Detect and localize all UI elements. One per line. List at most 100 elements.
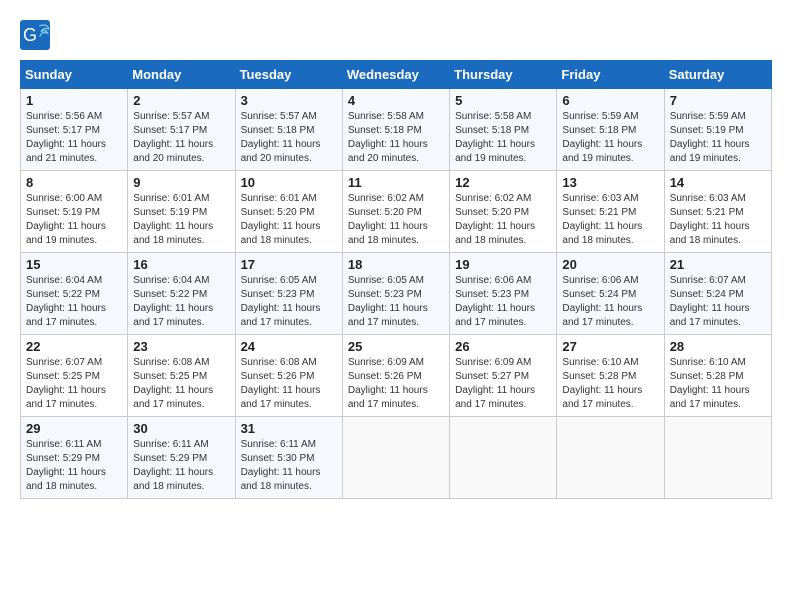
day-info: Sunrise: 6:00 AMSunset: 5:19 PMDaylight:… — [26, 192, 122, 248]
day-number: 25 — [348, 339, 444, 354]
day-of-week-header: Monday — [128, 61, 235, 89]
day-number: 4 — [348, 93, 444, 108]
day-number: 12 — [455, 175, 551, 190]
calendar-cell: 9Sunrise: 6:01 AMSunset: 5:19 PMDaylight… — [128, 171, 235, 253]
day-of-week-header: Wednesday — [342, 61, 449, 89]
calendar-cell: 17 Sunrise: 6:05 AMSunset: 5:23 PMDayligh… — [235, 253, 342, 335]
day-of-week-header: Sunday — [21, 61, 128, 89]
day-info: Sunrise: 6:11 AMSunset: 5:29 PMDaylight:… — [26, 438, 122, 494]
day-number: 1 — [26, 93, 122, 108]
day-number: 26 — [455, 339, 551, 354]
day-number: 14 — [670, 175, 766, 190]
day-number: 22 — [26, 339, 122, 354]
calendar-cell: 23 Sunrise: 6:08 AMSunset: 5:25 PMDayligh… — [128, 335, 235, 417]
calendar-cell: 13 Sunrise: 6:03 AMSunset: 5:21 PMDayligh… — [557, 171, 664, 253]
day-number: 24 — [241, 339, 337, 354]
day-of-week-header: Friday — [557, 61, 664, 89]
day-of-week-header: Tuesday — [235, 61, 342, 89]
calendar-cell: 8 Sunrise: 6:00 AMSunset: 5:19 PMDaylight… — [21, 171, 128, 253]
calendar-header-row: SundayMondayTuesdayWednesdayThursdayFrid… — [21, 61, 772, 89]
calendar-cell: 28 Sunrise: 6:10 AMSunset: 5:28 PMDayligh… — [664, 335, 771, 417]
calendar-week-row: 1 Sunrise: 5:56 AMSunset: 5:17 PMDaylight… — [21, 89, 772, 171]
calendar-cell: 21 Sunrise: 6:07 AMSunset: 5:24 PMDayligh… — [664, 253, 771, 335]
day-number: 16 — [133, 257, 229, 272]
calendar-cell: 11 Sunrise: 6:02 AMSunset: 5:20 PMDayligh… — [342, 171, 449, 253]
page-header: G — [20, 20, 772, 50]
day-number: 31 — [241, 421, 337, 436]
calendar: SundayMondayTuesdayWednesdayThursdayFrid… — [20, 60, 772, 499]
calendar-cell: 5 Sunrise: 5:58 AMSunset: 5:18 PMDaylight… — [450, 89, 557, 171]
day-number: 15 — [26, 257, 122, 272]
day-info: Sunrise: 6:08 AMSunset: 5:26 PMDaylight:… — [241, 356, 337, 412]
day-info: Sunrise: 6:06 AMSunset: 5:23 PMDaylight:… — [455, 274, 551, 330]
day-info: Sunrise: 6:02 AMSunset: 5:20 PMDaylight:… — [348, 192, 444, 248]
day-info: Sunrise: 5:57 AMSunset: 5:18 PMDaylight:… — [241, 110, 337, 166]
day-info: Sunrise: 6:11 AMSunset: 5:29 PMDaylight:… — [133, 438, 229, 494]
calendar-cell: 4 Sunrise: 5:58 AMSunset: 5:18 PMDaylight… — [342, 89, 449, 171]
day-number: 23 — [133, 339, 229, 354]
calendar-cell: 18Sunrise: 6:05 AMSunset: 5:23 PMDayligh… — [342, 253, 449, 335]
calendar-week-row: 29Sunrise: 6:11 AMSunset: 5:29 PMDayligh… — [21, 417, 772, 499]
calendar-week-row: 22 Sunrise: 6:07 AMSunset: 5:25 PMDayligh… — [21, 335, 772, 417]
calendar-week-row: 15 Sunrise: 6:04 AMSunset: 5:22 PMDayligh… — [21, 253, 772, 335]
calendar-week-row: 8 Sunrise: 6:00 AMSunset: 5:19 PMDaylight… — [21, 171, 772, 253]
day-info: Sunrise: 5:57 AMSunset: 5:17 PMDaylight:… — [133, 110, 229, 166]
calendar-cell — [342, 417, 449, 499]
day-number: 28 — [670, 339, 766, 354]
day-number: 17 — [241, 257, 337, 272]
calendar-cell: 10Sunrise: 6:01 AMSunset: 5:20 PMDayligh… — [235, 171, 342, 253]
day-number: 19 — [455, 257, 551, 272]
day-info: Sunrise: 6:04 AMSunset: 5:22 PMDaylight:… — [133, 274, 229, 330]
logo-icon: G — [20, 20, 50, 50]
calendar-cell: 3 Sunrise: 5:57 AMSunset: 5:18 PMDaylight… — [235, 89, 342, 171]
calendar-cell: 22 Sunrise: 6:07 AMSunset: 5:25 PMDayligh… — [21, 335, 128, 417]
day-info: Sunrise: 6:06 AMSunset: 5:24 PMDaylight:… — [562, 274, 658, 330]
day-info: Sunrise: 5:59 AMSunset: 5:19 PMDaylight:… — [670, 110, 766, 166]
calendar-cell: 12 Sunrise: 6:02 AMSunset: 5:20 PMDayligh… — [450, 171, 557, 253]
day-number: 3 — [241, 93, 337, 108]
day-info: Sunrise: 5:58 AMSunset: 5:18 PMDaylight:… — [455, 110, 551, 166]
calendar-cell: 26 Sunrise: 6:09 AMSunset: 5:27 PMDayligh… — [450, 335, 557, 417]
day-info: Sunrise: 5:56 AMSunset: 5:17 PMDaylight:… — [26, 110, 122, 166]
day-number: 21 — [670, 257, 766, 272]
calendar-cell: 19 Sunrise: 6:06 AMSunset: 5:23 PMDayligh… — [450, 253, 557, 335]
day-number: 9 — [133, 175, 229, 190]
day-info: Sunrise: 6:09 AMSunset: 5:26 PMDaylight:… — [348, 356, 444, 412]
day-info: Sunrise: 6:02 AMSunset: 5:20 PMDaylight:… — [455, 192, 551, 248]
day-number: 11 — [348, 175, 444, 190]
day-number: 13 — [562, 175, 658, 190]
day-info: Sunrise: 6:07 AMSunset: 5:24 PMDaylight:… — [670, 274, 766, 330]
day-number: 10 — [241, 175, 337, 190]
day-number: 2 — [133, 93, 229, 108]
calendar-cell: 20 Sunrise: 6:06 AMSunset: 5:24 PMDayligh… — [557, 253, 664, 335]
calendar-cell: 25 Sunrise: 6:09 AMSunset: 5:26 PMDayligh… — [342, 335, 449, 417]
day-info: Sunrise: 6:09 AMSunset: 5:27 PMDaylight:… — [455, 356, 551, 412]
logo: G — [20, 20, 56, 50]
calendar-cell — [450, 417, 557, 499]
calendar-cell: 7 Sunrise: 5:59 AMSunset: 5:19 PMDaylight… — [664, 89, 771, 171]
day-number: 7 — [670, 93, 766, 108]
day-info: Sunrise: 6:10 AMSunset: 5:28 PMDaylight:… — [670, 356, 766, 412]
calendar-cell: 1 Sunrise: 5:56 AMSunset: 5:17 PMDaylight… — [21, 89, 128, 171]
day-number: 20 — [562, 257, 658, 272]
day-number: 27 — [562, 339, 658, 354]
calendar-cell: 24 Sunrise: 6:08 AMSunset: 5:26 PMDayligh… — [235, 335, 342, 417]
calendar-cell: 27 Sunrise: 6:10 AMSunset: 5:28 PMDayligh… — [557, 335, 664, 417]
day-info: Sunrise: 5:59 AMSunset: 5:18 PMDaylight:… — [562, 110, 658, 166]
day-number: 5 — [455, 93, 551, 108]
calendar-cell — [664, 417, 771, 499]
calendar-cell: 30Sunrise: 6:11 AMSunset: 5:29 PMDayligh… — [128, 417, 235, 499]
day-number: 6 — [562, 93, 658, 108]
day-number: 8 — [26, 175, 122, 190]
day-info: Sunrise: 6:05 AMSunset: 5:23 PMDaylight:… — [241, 274, 337, 330]
day-info: Sunrise: 6:07 AMSunset: 5:25 PMDaylight:… — [26, 356, 122, 412]
calendar-cell: 31Sunrise: 6:11 AMSunset: 5:30 PMDayligh… — [235, 417, 342, 499]
day-info: Sunrise: 6:08 AMSunset: 5:25 PMDaylight:… — [133, 356, 229, 412]
calendar-cell: 6 Sunrise: 5:59 AMSunset: 5:18 PMDaylight… — [557, 89, 664, 171]
calendar-cell: 16 Sunrise: 6:04 AMSunset: 5:22 PMDayligh… — [128, 253, 235, 335]
day-info: Sunrise: 6:10 AMSunset: 5:28 PMDaylight:… — [562, 356, 658, 412]
calendar-cell: 15Sunrise: 6:04 AMSunset: 5:22 PMDayligh… — [21, 253, 128, 335]
day-number: 18 — [348, 257, 444, 272]
day-info: Sunrise: 5:58 AMSunset: 5:18 PMDaylight:… — [348, 110, 444, 166]
day-info: Sunrise: 6:03 AMSunset: 5:21 PMDaylight:… — [562, 192, 658, 248]
